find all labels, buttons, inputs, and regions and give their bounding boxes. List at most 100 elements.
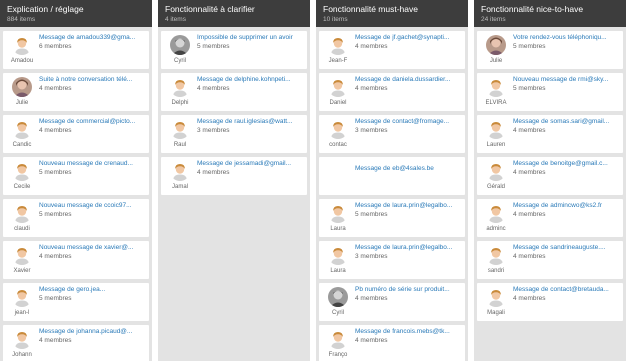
card-title-link[interactable]: Message de amadou339@gma... xyxy=(39,34,145,41)
card-title-link[interactable]: Message de commercial@picto... xyxy=(39,118,145,125)
task-card[interactable]: Cyril Pb numéro de série sur produit... 4 … xyxy=(319,283,465,321)
card-title-link[interactable]: Message de jessamadi@gmail... xyxy=(197,160,303,167)
card-title-link[interactable]: Pb numéro de série sur produit... xyxy=(355,286,461,293)
card-title-link[interactable]: Nouveau message de rmi@sky... xyxy=(513,76,619,83)
avatar xyxy=(170,161,190,181)
avatar xyxy=(328,119,348,139)
column-header[interactable]: Explication / réglage 884 items xyxy=(0,0,152,27)
card-title-link[interactable]: Nouveau message de ccoic97... xyxy=(39,202,145,209)
avatar xyxy=(328,287,348,307)
card-assignee-name: Magali xyxy=(487,310,505,316)
card-title-link[interactable]: Message de johanna.picaud@... xyxy=(39,328,145,335)
card-title-link[interactable]: Message de somas.sari@gmail... xyxy=(513,118,619,125)
card-members-count: 4 membres xyxy=(355,43,388,50)
task-card[interactable]: Franço Message de francois.mebs@tk... 4 me… xyxy=(319,325,465,361)
card-assignee-name: sandri xyxy=(487,268,505,274)
card-title-link[interactable]: Message de eb@4sales.be xyxy=(355,165,461,172)
task-card[interactable]: Julie Suite à notre conversation télé... 4… xyxy=(3,73,149,111)
column-header[interactable]: Fonctionnalité à clarifier 4 items xyxy=(158,0,310,27)
card-assignee-name: jean-l xyxy=(14,310,30,316)
avatar xyxy=(486,203,506,223)
card-assignee-name: Jamal xyxy=(171,184,188,190)
column-title: Fonctionnalité must-have xyxy=(323,4,418,14)
task-card[interactable]: ELVIRA Nouveau message de rmi@sky... 5 mem… xyxy=(477,73,623,111)
card-assignee-name: Laura xyxy=(330,268,346,274)
task-card[interactable]: adminc Message de admincwo@ks2.fr 4 membre… xyxy=(477,199,623,237)
avatar xyxy=(486,287,506,307)
column-title: Fonctionnalité à clarifier xyxy=(165,4,255,14)
task-card[interactable]: Laura Message de laura.prin@legalbo... 5 m… xyxy=(319,199,465,237)
card-title-link[interactable]: Impossible de supprimer un avoir xyxy=(197,34,303,41)
card-assignee-name: Franço xyxy=(328,352,348,358)
task-card[interactable]: Lauren Message de somas.sari@gmail... 4 me… xyxy=(477,115,623,153)
card-title-link[interactable]: Message de jf.gachet@synapti... xyxy=(355,34,461,41)
avatar xyxy=(328,329,348,349)
card-title-link[interactable]: Message de francois.mebs@tk... xyxy=(355,328,461,335)
card-title-link[interactable]: Message de laura.prin@legalbo... xyxy=(355,244,461,251)
column-title: Explication / réglage xyxy=(7,4,84,14)
card-assignee-name: Candic xyxy=(12,142,32,148)
task-card[interactable]: Johann Message de johanna.picaud@... 4 mem… xyxy=(3,325,149,361)
card-assignee-name: Daniel xyxy=(329,100,347,106)
card-assignee-name: Cyril xyxy=(174,58,186,64)
card-list: Cyril Impossible de supprimer un avoir 5 m… xyxy=(158,27,310,195)
task-card[interactable]: Magali Message de contact@bretauda... 4 me… xyxy=(477,283,623,321)
task-card[interactable]: Laura Message de laura.prin@legalbo... 3 m… xyxy=(319,241,465,279)
column-item-count: 4 items xyxy=(165,16,186,23)
card-title-link[interactable]: Votre rendez-vous téléphoniqu... xyxy=(513,34,619,41)
card-members-count: 4 membres xyxy=(39,85,72,92)
column-header[interactable]: Fonctionnalité must-have 10 items xyxy=(316,0,468,27)
card-title-link[interactable]: Message de delphine.kohnpeti... xyxy=(197,76,303,83)
card-title-link[interactable]: Nouveau message de xavier@... xyxy=(39,244,145,251)
card-members-count: 4 membres xyxy=(513,169,546,176)
card-list: Jean-F Message de jf.gachet@synapti... 4 m… xyxy=(316,27,468,361)
card-title-link[interactable]: Message de laura.prin@legalbo... xyxy=(355,202,461,209)
card-title-link[interactable]: Message de contact@fromage... xyxy=(355,118,461,125)
column-header[interactable]: Fonctionnalité nice-to-have 24 items xyxy=(474,0,626,27)
card-title-link[interactable]: Nouveau message de crenaud... xyxy=(39,160,145,167)
avatar xyxy=(12,161,32,181)
card-members-count: 4 membres xyxy=(355,295,388,302)
task-card[interactable]: Daniel Message de daniela.dussardier... 4 … xyxy=(319,73,465,111)
card-assignee-name: Xavier xyxy=(13,268,31,274)
task-card[interactable]: Raul Message de raul.iglesias@watt... 3 me… xyxy=(161,115,307,153)
card-title-link[interactable]: Message de sandrineauguste.... xyxy=(513,244,619,251)
card-assignee-name: Raul xyxy=(173,142,187,148)
task-card[interactable]: Candic Message de commercial@picto... 4 me… xyxy=(3,115,149,153)
card-title-link[interactable]: Message de contact@bretauda... xyxy=(513,286,619,293)
task-card[interactable]: Jamal Message de jessamadi@gmail... 4 memb… xyxy=(161,157,307,195)
card-assignee-name: Delphi xyxy=(171,100,189,106)
task-card[interactable]: Julie Votre rendez-vous téléphoniqu... 5 m… xyxy=(477,31,623,69)
task-card[interactable]: Gérald Message de benoitge@gmail.c... 4 me… xyxy=(477,157,623,195)
avatar xyxy=(12,203,32,223)
card-members-count: 4 membres xyxy=(513,253,546,260)
task-card[interactable]: jean-l Message de gero.jea... 5 membres xyxy=(3,283,149,321)
avatar xyxy=(12,77,32,97)
card-title-link[interactable]: Message de benoitge@gmail.c... xyxy=(513,160,619,167)
card-title-link[interactable]: Message de daniela.dussardier... xyxy=(355,76,461,83)
task-card[interactable]: contac Message de contact@fromage... 3 mem… xyxy=(319,115,465,153)
task-card[interactable]: claudi Nouveau message de ccoic97... 5 mem… xyxy=(3,199,149,237)
task-card[interactable]: Delphi Message de delphine.kohnpeti... 4 m… xyxy=(161,73,307,111)
avatar xyxy=(170,119,190,139)
card-title-link[interactable]: Message de gero.jea... xyxy=(39,286,145,293)
card-title-link[interactable]: Message de admincwo@ks2.fr xyxy=(513,202,619,209)
card-list: Julie Votre rendez-vous téléphoniqu... 5 m… xyxy=(474,27,626,321)
kanban-column: Explication / réglage 884 items Amadou Mess… xyxy=(0,0,152,361)
task-card[interactable]: Message de eb@4sales.be xyxy=(319,157,465,195)
card-title-link[interactable]: Message de raul.iglesias@watt... xyxy=(197,118,303,125)
column-title: Fonctionnalité nice-to-have xyxy=(481,4,584,14)
task-card[interactable]: Xavier Nouveau message de xavier@... 4 mem… xyxy=(3,241,149,279)
card-members-count: 3 membres xyxy=(355,127,388,134)
card-assignee-name: claudi xyxy=(14,226,30,232)
task-card[interactable]: Cyril Impossible de supprimer un avoir 5 m… xyxy=(161,31,307,69)
card-assignee-name: contac xyxy=(329,142,347,148)
task-card[interactable]: Amadou Message de amadou339@gma... 6 membr… xyxy=(3,31,149,69)
column-item-count: 884 items xyxy=(7,16,36,23)
task-card[interactable]: sandri Message de sandrineauguste.... 4 me… xyxy=(477,241,623,279)
task-card[interactable]: Cecile Nouveau message de crenaud... 5 mem… xyxy=(3,157,149,195)
task-card[interactable]: Jean-F Message de jf.gachet@synapti... 4 m… xyxy=(319,31,465,69)
card-members-count: 4 membres xyxy=(197,85,230,92)
card-assignee-name: Julie xyxy=(15,100,29,106)
card-title-link[interactable]: Suite à notre conversation télé... xyxy=(39,76,145,83)
